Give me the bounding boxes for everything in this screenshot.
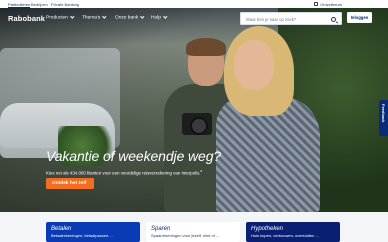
hero-title: Vakantie of weekendje weg?	[46, 148, 222, 164]
top-right-label: Omzetbeurs	[320, 1, 342, 7]
card-sparen[interactable]: Sparen Spaarrekeningen voor jezelf, kind…	[146, 222, 240, 242]
nav-onze-bank[interactable]: Onze bank	[115, 14, 145, 21]
nav-producten[interactable]: Producten	[46, 14, 75, 21]
card-title: Sparen	[151, 226, 171, 232]
chevron-down-icon	[140, 14, 145, 19]
card-betalen[interactable]: Betalen Betaalrekeningen, betaalpassen, …	[46, 222, 140, 242]
chevron-down-icon	[70, 14, 75, 19]
hero-cta-button[interactable]: Ontdek het zelf	[46, 178, 94, 189]
nav-label: Onze bank	[115, 15, 139, 21]
chevron-down-icon	[102, 14, 107, 19]
top-right-link[interactable]: Omzetbeurs	[314, 2, 342, 7]
card-subtitle: Huis kopen, verbouwen, oversluiten ...	[251, 233, 319, 238]
nav-label: Producten	[46, 15, 68, 21]
search-icon[interactable]	[331, 16, 336, 22]
hero-photo-woman	[210, 26, 320, 212]
omzetbeurs-icon	[314, 2, 319, 6]
login-button[interactable]: Inloggen	[347, 12, 372, 23]
card-title: Betalen	[51, 226, 72, 232]
card-title: Hypotheken	[251, 226, 284, 232]
nav-themas[interactable]: Thema's	[82, 14, 107, 21]
feedback-tab[interactable]: Feedback	[379, 100, 388, 136]
hero-subtitle: Kies net als 434.000 klanten voor een vo…	[46, 169, 202, 175]
hero-subtitle-footnote: 8	[200, 169, 203, 173]
segment-private-banking[interactable]: Private Banking	[51, 2, 79, 7]
nav-hulp[interactable]: Hulp	[151, 14, 168, 21]
chevron-down-icon	[163, 14, 168, 19]
hero-photo-camera	[182, 113, 212, 135]
segment-bedrijven[interactable]: Bedrijven	[31, 2, 48, 7]
segment-particulieren[interactable]: Particulieren	[8, 2, 31, 8]
feedback-label: Feedback	[381, 104, 386, 123]
search-box	[240, 12, 342, 25]
rabobank-logo[interactable]: Rabobank	[8, 14, 45, 23]
segment-bar: Particulieren Bedrijven Private Banking …	[0, 0, 388, 8]
product-cards: Betalen Betaalrekeningen, betaalpassen, …	[0, 212, 388, 242]
card-hypotheken[interactable]: Hypotheken Huis kopen, verbouwen, oversl…	[246, 222, 340, 242]
nav-label: Hulp	[151, 15, 161, 21]
card-subtitle: Betaalrekeningen, betaalpassen, ...	[51, 233, 114, 238]
nav-label: Thema's	[82, 15, 101, 21]
hero-subtitle-text: Kies net als 434.000 klanten voor een vo…	[46, 170, 201, 176]
search-input[interactable]	[246, 15, 326, 24]
card-subtitle: Spaarrekeningen voor jezelf, kind of ...	[151, 233, 220, 238]
